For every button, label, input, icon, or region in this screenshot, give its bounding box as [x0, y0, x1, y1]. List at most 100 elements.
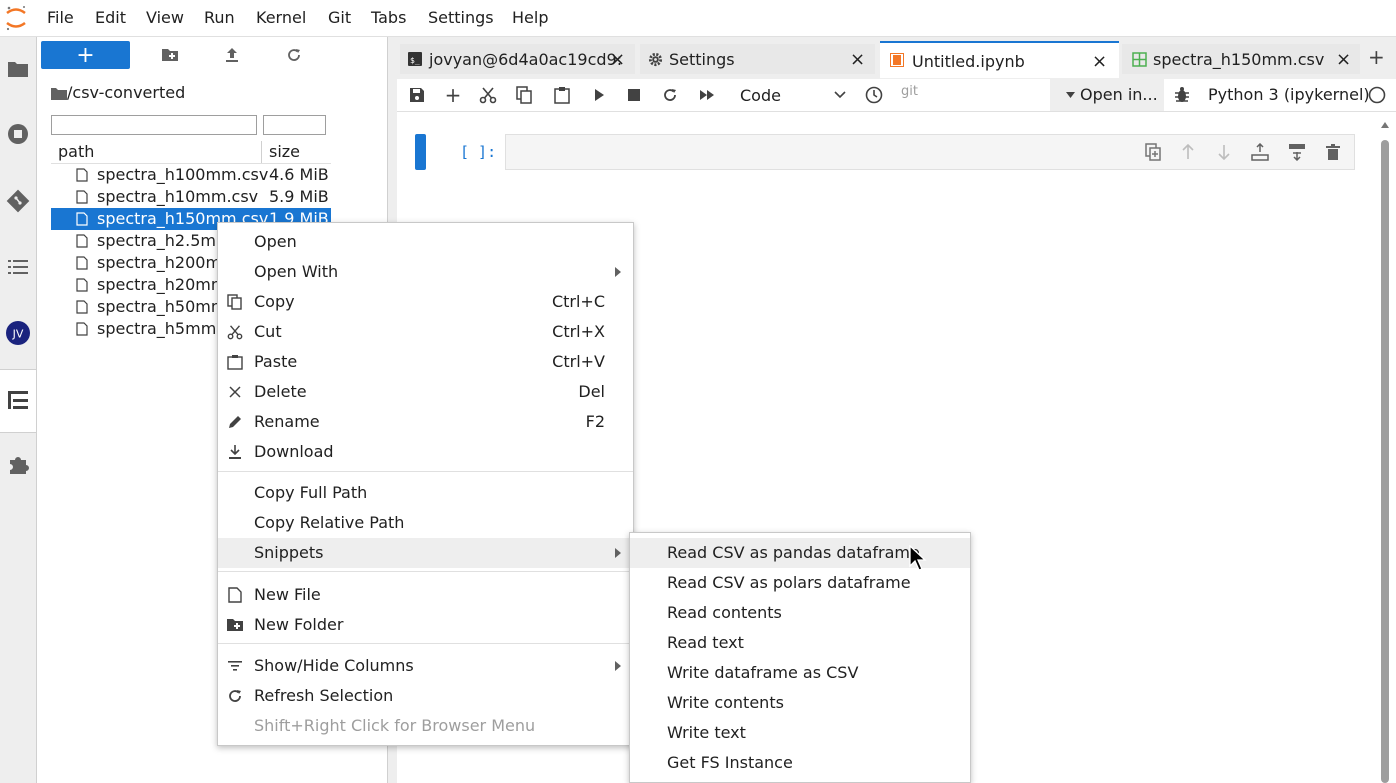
menu-item-new-file[interactable]: New File [218, 580, 633, 610]
file-icon [76, 190, 88, 204]
menu-item-delete[interactable]: Delete Del [218, 377, 633, 407]
menu-item-paste[interactable]: Paste Ctrl+V [218, 347, 633, 377]
menu-item-shortcut: F2 [585, 412, 605, 431]
stop-icon[interactable] [624, 85, 644, 105]
menu-item-label: Open With [254, 262, 339, 281]
close-icon[interactable]: × [610, 49, 625, 70]
cell-type-select[interactable]: Code [732, 84, 852, 106]
snippet-get-fs-instance[interactable]: Get FS Instance [630, 748, 970, 778]
tab-label: spectra_h150mm.csv [1153, 50, 1325, 69]
menu-item-open-with[interactable]: Open With [218, 257, 633, 287]
cut-icon[interactable] [478, 85, 498, 105]
fast-forward-icon[interactable] [697, 85, 717, 105]
menu-item-show-hide-columns[interactable]: Show/Hide Columns [218, 651, 633, 681]
history-icon[interactable] [864, 85, 884, 105]
tab-settings[interactable]: Settings × [640, 44, 875, 74]
file-row[interactable]: spectra_h10mm.csv 5.9 MiB [51, 186, 331, 208]
file-icon [228, 587, 242, 603]
restart-icon[interactable] [660, 85, 680, 105]
menu-item-label: Copy [254, 292, 295, 311]
menu-item-download[interactable]: Download [218, 437, 633, 467]
menu-bar: File Edit View Run Kernel Git Tabs Setti… [0, 0, 1396, 37]
git-label[interactable]: git [901, 84, 918, 99]
close-icon[interactable]: × [1336, 49, 1351, 70]
column-header-path[interactable]: path [58, 142, 94, 161]
column-header-size[interactable]: size [269, 142, 300, 161]
snippet-write-contents[interactable]: Write contents [630, 688, 970, 718]
tab-untitled-notebook[interactable]: Untitled.ipynb × [880, 41, 1119, 78]
menu-kernel[interactable]: Kernel [256, 8, 306, 27]
folder-icon[interactable] [4, 55, 32, 83]
gear-icon [648, 52, 663, 67]
file-icon [76, 212, 88, 226]
close-icon[interactable]: × [850, 49, 865, 70]
menu-run[interactable]: Run [204, 8, 235, 27]
open-in-button[interactable]: Open in... [1050, 79, 1164, 111]
file-context-menu: Open Open With Copy Ctrl+C Cut Ctrl+X Pa… [217, 222, 634, 746]
file-row[interactable]: spectra_h100mm.csv 4.6 MiB [51, 164, 331, 186]
notebook-icon [890, 53, 904, 67]
collaborator-avatar[interactable]: JV [4, 319, 32, 347]
menu-item-label: Refresh Selection [254, 686, 394, 705]
run-icon[interactable] [589, 85, 609, 105]
menu-edit[interactable]: Edit [95, 8, 126, 27]
property-inspector-icon[interactable] [4, 386, 32, 414]
menu-git[interactable]: Git [328, 8, 351, 27]
debugger-icon[interactable] [1172, 85, 1192, 105]
running-icon[interactable] [4, 120, 32, 148]
extension-manager-icon[interactable] [4, 451, 32, 479]
file-size: 5.9 MiB [269, 187, 329, 206]
git-icon[interactable] [4, 187, 32, 215]
menu-item-open[interactable]: Open [218, 227, 633, 257]
new-folder-icon[interactable] [155, 41, 185, 69]
new-launcher-button[interactable]: + [41, 41, 130, 69]
add-tab-button[interactable]: + [1368, 45, 1385, 69]
insert-below-icon[interactable] [1287, 142, 1307, 162]
menu-item-copy-full-path[interactable]: Copy Full Path [218, 478, 633, 508]
duplicate-cell-icon[interactable] [1143, 142, 1163, 162]
menu-item-copy-relative-path[interactable]: Copy Relative Path [218, 508, 633, 538]
menu-item-cut[interactable]: Cut Ctrl+X [218, 317, 633, 347]
menu-settings[interactable]: Settings [428, 8, 494, 27]
delete-cell-icon[interactable] [1323, 142, 1343, 162]
table-of-contents-icon[interactable] [4, 253, 32, 281]
pencil-icon [229, 416, 241, 428]
menu-view[interactable]: View [146, 8, 184, 27]
file-icon [76, 300, 88, 314]
close-icon[interactable]: × [1092, 51, 1107, 72]
upload-icon[interactable] [217, 41, 247, 69]
menu-help[interactable]: Help [512, 8, 548, 27]
notebook-scrollbar[interactable] [1380, 120, 1390, 783]
file-name: spectra_h2.5mm [97, 231, 232, 250]
tab-spectra-csv[interactable]: spectra_h150mm.csv × [1122, 44, 1360, 74]
snippet-read-contents[interactable]: Read contents [630, 598, 970, 628]
menu-file[interactable]: File [47, 8, 74, 27]
cell-collapser[interactable] [415, 134, 426, 170]
move-up-icon[interactable] [1178, 142, 1198, 162]
filter-path-input[interactable] [51, 115, 257, 135]
snippet-write-dataframe-csv[interactable]: Write dataframe as CSV [630, 658, 970, 688]
submenu-arrow-icon [615, 267, 621, 277]
file-size: 4.6 MiB [269, 165, 329, 184]
refresh-icon[interactable] [279, 41, 309, 69]
save-icon[interactable] [407, 85, 427, 105]
menu-item-copy[interactable]: Copy Ctrl+C [218, 287, 633, 317]
filter-size-input[interactable] [263, 115, 326, 135]
menu-item-label: Download [254, 442, 334, 461]
file-name: spectra_h20mm [97, 275, 227, 294]
kernel-name[interactable]: Python 3 (ipykernel) [1208, 85, 1370, 104]
snippet-write-text[interactable]: Write text [630, 718, 970, 748]
column-divider [261, 141, 262, 163]
paste-icon[interactable] [552, 85, 572, 105]
insert-above-icon[interactable] [1250, 142, 1270, 162]
menu-item-snippets[interactable]: Snippets [218, 538, 633, 568]
menu-item-rename[interactable]: Rename F2 [218, 407, 633, 437]
tab-terminal[interactable]: $_ jovyan@6d4a0ac19cd9: × [400, 44, 635, 74]
menu-item-refresh-selection[interactable]: Refresh Selection [218, 681, 633, 711]
add-cell-icon[interactable]: + [443, 83, 463, 107]
snippet-read-text[interactable]: Read text [630, 628, 970, 658]
menu-tabs[interactable]: Tabs [371, 8, 406, 27]
menu-item-new-folder[interactable]: New Folder [218, 610, 633, 640]
copy-icon[interactable] [514, 85, 534, 105]
move-down-icon[interactable] [1214, 142, 1234, 162]
